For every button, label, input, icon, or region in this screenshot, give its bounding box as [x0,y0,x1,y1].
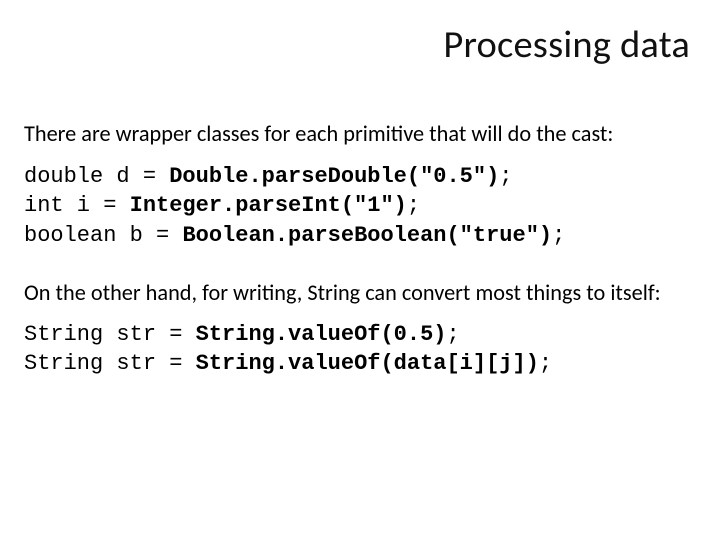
code-text: int i = [24,193,130,218]
code-block-2: String str = String.valueOf(0.5); String… [24,320,690,379]
intro-paragraph-2: On the other hand, for writing, String c… [24,279,690,306]
slide: Processing data There are wrapper classe… [0,0,720,540]
intro-paragraph-1: There are wrapper classes for each primi… [24,120,690,147]
code-text: ; [552,223,565,248]
code-emphasis: String.valueOf(0.5) [196,322,447,347]
code-text: double d = [24,164,169,189]
code-emphasis: Integer.parseInt("1") [130,193,407,218]
code-line: String str = String.valueOf(0.5); [24,322,460,347]
code-text: ; [446,322,459,347]
code-text: String str = [24,351,196,376]
code-line: String str = String.valueOf(data[i][j]); [24,351,552,376]
code-block-1: double d = Double.parseDouble("0.5"); in… [24,162,690,251]
code-text: ; [539,351,552,376]
code-emphasis: Boolean.parseBoolean("true") [182,223,552,248]
code-text: String str = [24,322,196,347]
code-emphasis: String.valueOf(data[i][j]) [196,351,539,376]
code-text: boolean b = [24,223,182,248]
code-text: ; [407,193,420,218]
code-text: ; [499,164,512,189]
slide-title: Processing data [24,24,690,66]
code-line: double d = Double.parseDouble("0.5"); [24,164,513,189]
code-line: boolean b = Boolean.parseBoolean("true")… [24,223,565,248]
code-line: int i = Integer.parseInt("1"); [24,193,420,218]
code-emphasis: Double.parseDouble("0.5") [169,164,499,189]
slide-body: There are wrapper classes for each primi… [24,120,690,379]
